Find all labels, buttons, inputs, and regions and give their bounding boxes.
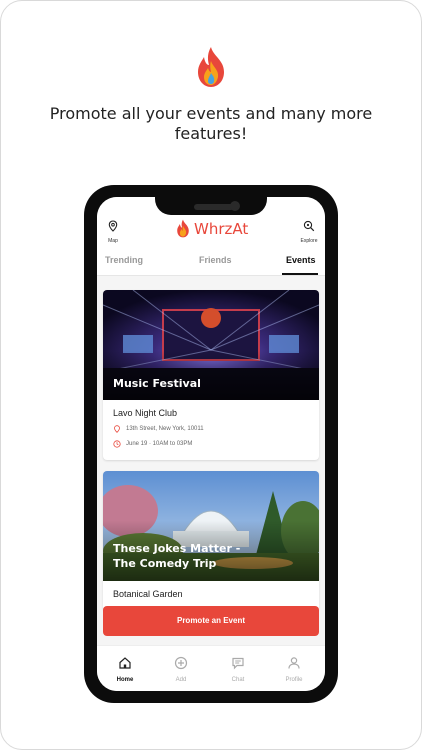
brand-logo: WhrzAt bbox=[175, 219, 248, 238]
location-pin-icon bbox=[114, 425, 120, 433]
phone-notch bbox=[155, 185, 267, 215]
event-title-line-2: The Comedy Trip bbox=[113, 557, 217, 570]
chat-icon bbox=[232, 657, 244, 670]
event-title: Music Festival bbox=[113, 377, 201, 390]
tab-trending[interactable]: Trending bbox=[105, 255, 143, 265]
event-venue: Botanical Garden bbox=[113, 589, 183, 599]
event-card[interactable]: Music Festival Lavo Night Club 13th Stre… bbox=[103, 290, 319, 460]
event-address-text: 13th Street, New York, 10011 bbox=[126, 426, 204, 432]
map-label: Map bbox=[108, 238, 118, 244]
tab-events[interactable]: Events bbox=[286, 255, 316, 265]
brand-name: WhrzAt bbox=[194, 219, 249, 238]
profile-icon bbox=[288, 657, 300, 669]
nav-add[interactable]: Add bbox=[161, 656, 201, 683]
event-image: These Jokes Matter - The Comedy Trip bbox=[103, 471, 319, 581]
phone-camera bbox=[230, 201, 240, 211]
promote-event-button[interactable]: Promote an Event bbox=[103, 606, 319, 636]
map-pin-icon bbox=[108, 220, 118, 232]
phone-screen: Map WhrzAt Explore Trending Friends Even… bbox=[97, 197, 325, 691]
flame-icon bbox=[177, 219, 189, 238]
promo-headline: Promote all your events and many more fe… bbox=[49, 104, 373, 143]
event-time: June 19 · 10AM to 03PM bbox=[113, 440, 319, 448]
event-card[interactable]: These Jokes Matter - The Comedy Trip Bot… bbox=[103, 471, 319, 611]
feed-tabs: Trending Friends Events bbox=[97, 247, 325, 276]
clock-icon bbox=[113, 440, 121, 448]
explore-button[interactable]: Explore bbox=[294, 219, 324, 244]
bottom-nav: Home Add Chat Profile bbox=[97, 645, 325, 691]
flame-logo-icon bbox=[198, 47, 224, 87]
nav-chat-label: Chat bbox=[231, 677, 245, 683]
event-time-text: June 19 · 10AM to 03PM bbox=[126, 441, 193, 447]
event-venue: Lavo Night Club bbox=[113, 408, 178, 418]
nav-home-label: Home bbox=[116, 677, 134, 683]
active-tab-indicator bbox=[282, 273, 318, 275]
tab-friends[interactable]: Friends bbox=[199, 255, 232, 265]
nav-home[interactable]: Home bbox=[105, 656, 145, 683]
event-image: Music Festival bbox=[103, 290, 319, 400]
event-title-line-1: These Jokes Matter - bbox=[113, 542, 241, 555]
phone-speaker bbox=[194, 204, 234, 210]
nav-add-label: Add bbox=[175, 677, 187, 683]
nav-profile-label: Profile bbox=[285, 677, 303, 683]
home-icon bbox=[119, 657, 131, 669]
event-address: 13th Street, New York, 10011 bbox=[113, 425, 319, 433]
nav-chat[interactable]: Chat bbox=[218, 656, 258, 683]
event-title: These Jokes Matter - The Comedy Trip bbox=[113, 541, 240, 571]
explore-icon bbox=[303, 220, 315, 232]
nav-profile[interactable]: Profile bbox=[274, 656, 314, 683]
explore-label: Explore bbox=[300, 238, 318, 244]
map-button[interactable]: Map bbox=[98, 219, 128, 244]
add-icon bbox=[174, 656, 188, 670]
